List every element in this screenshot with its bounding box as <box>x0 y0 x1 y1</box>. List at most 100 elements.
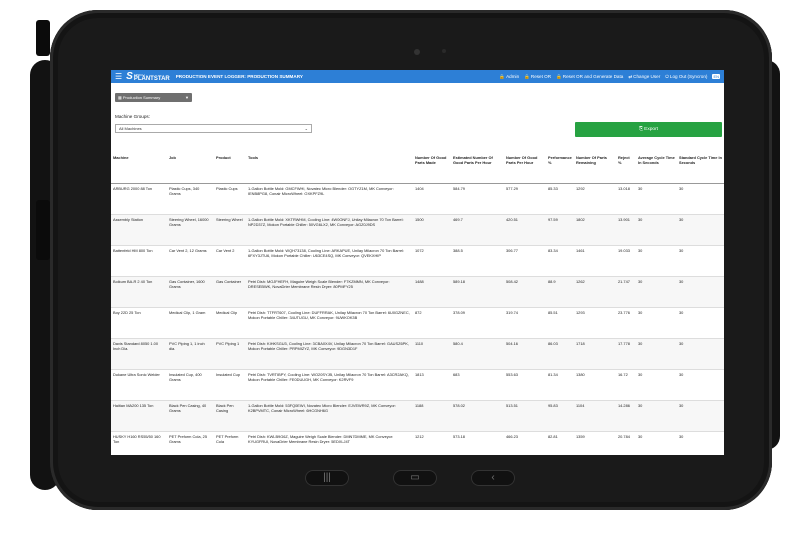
reset-generate-button[interactable]: 🔒 Reset OR and Generate Data <box>556 74 623 80</box>
logout-button[interactable]: ⏻ Log Out (Syncron) <box>665 74 707 79</box>
lock-icon: 🔒 <box>524 73 530 79</box>
table-cell: 30 <box>677 431 724 455</box>
table-cell: Boy 22D 25 Ton <box>111 307 167 339</box>
table-cell: 16.72 <box>616 369 636 401</box>
logo-name: PLANTSTAR <box>133 75 170 82</box>
column-header[interactable]: Average Cycle Time In Seconds <box>636 153 677 184</box>
table-cell: 553.63 <box>504 369 546 401</box>
back-button[interactable]: ‹ <box>471 470 515 486</box>
table-row: ARBURG 2000 88 Ton Plastic Cups, 340 Gram… <box>111 183 724 215</box>
machine-groups-value: All Machines <box>119 126 142 131</box>
logo: S EPOCH PLANTSTAR <box>126 71 170 82</box>
table-cell: Gas Container, 1600 Grams <box>167 276 214 308</box>
column-header[interactable]: Machine <box>111 153 167 184</box>
table-cell: 466.23 <box>504 431 546 455</box>
table-cell: 319.74 <box>504 307 546 339</box>
page-title: PRODUCTION EVENT LOGGER: PRODUCTION SUMM… <box>175 74 303 79</box>
table-cell: Insulated Cup <box>214 369 246 401</box>
column-header[interactable]: Reject % <box>616 153 636 184</box>
table-cell: Petri Dish: TVRTIBPY, Cooling Line: WO20… <box>246 369 413 401</box>
table-cell: 30 <box>636 183 677 215</box>
top-bar: ☰ S EPOCH PLANTSTAR PRODUCTION EVENT LOG… <box>111 70 724 83</box>
table-cell: 1-Gallon Bottle Mold: XKTRWHM, Cooling L… <box>246 214 413 246</box>
table-cell: 378.09 <box>451 307 504 339</box>
report-select[interactable]: ▦ Production Summary ▼ <box>115 93 192 102</box>
reset-or-label: Reset OR <box>530 74 552 79</box>
table-cell: Battenfeld HM 800 Ton <box>111 245 167 277</box>
chevron-down-icon: ⌄ <box>304 126 308 131</box>
table-cell: Black Pen Casing <box>214 400 246 432</box>
table-cell: 683 <box>451 369 504 401</box>
column-header[interactable]: Estimated Number Of Good Parts Per Hour <box>451 153 504 184</box>
table-row: Boy 22D 25 Ton Medical Clip, 1 Gram Medica… <box>111 307 724 339</box>
logout-label: Log Out (Syncron) <box>669 74 708 79</box>
table-cell: Plastic Cups, 340 Grams <box>167 183 214 215</box>
column-header[interactable]: Number Of Parts Remaining <box>574 153 616 184</box>
table-cell: 30 <box>677 307 724 339</box>
table-cell: 30 <box>677 400 724 432</box>
column-header[interactable]: Standard Cycle Time In Seconds <box>677 153 724 184</box>
language-badge[interactable]: EN <box>712 74 720 79</box>
lock-icon: 🔒 <box>556 73 562 79</box>
table-cell: Plastic Cups <box>214 183 246 215</box>
table-cell: Steering Wheel, 16000 Grams <box>167 214 214 246</box>
table-header-row: Machine Job Product Tools Number Of Good Par… <box>111 153 724 184</box>
top-actions: 🔒 Admin 🔒 Reset OR 🔒 Reset OR and Generate … <box>499 74 720 80</box>
table-cell: Car Vent 2, 12 Grams <box>167 245 214 277</box>
table-cell: 30 <box>636 245 677 277</box>
production-summary-table: Machine Job Product Tools Number Of Good Par… <box>111 153 724 455</box>
table-cell: 30 <box>677 245 724 277</box>
table-cell: Gas Container <box>214 276 246 308</box>
menu-icon[interactable]: ☰ <box>115 72 122 81</box>
table-cell: 1488 <box>413 276 451 308</box>
table-cell: 508.42 <box>504 276 546 308</box>
table-cell: 1293 <box>574 307 616 339</box>
table-cell: Car Vent 2 <box>214 245 246 277</box>
column-header[interactable]: Number Of Good Parts Made <box>413 153 451 184</box>
table-cell: 97.59 <box>546 214 574 246</box>
table-cell: PET Preform Cola <box>214 431 246 455</box>
admin-button[interactable]: 🔒 Admin <box>499 74 519 80</box>
table-cell: 1104 <box>574 400 616 432</box>
controls: ▦ Production Summary ▼ Machine Groups: A… <box>111 83 724 153</box>
logout-icon: ⏻ <box>665 74 669 79</box>
table-cell: 1212 <box>413 431 451 455</box>
table-cell: 573.18 <box>451 431 504 455</box>
table-cell: Medical Clip, 1 Gram <box>167 307 214 339</box>
admin-label: Admin <box>506 74 520 79</box>
sensor-icon <box>442 49 446 53</box>
table-cell: 17.778 <box>616 338 636 370</box>
table-cell: Petri Dish: KIHKSGU3, Cooling Line: 3CBA… <box>246 338 413 370</box>
home-button[interactable]: ▭ <box>393 470 437 486</box>
table-cell: 580.4 <box>451 338 504 370</box>
table-cell: PET Preform Cola, 25 Grams <box>167 431 214 455</box>
column-header[interactable]: Job <box>167 153 214 184</box>
table-cell: 81.34 <box>546 369 574 401</box>
column-header[interactable]: Product <box>214 153 246 184</box>
table-cell: 1072 <box>413 245 451 277</box>
reset-generate-label: Reset OR and Generate Data <box>562 74 624 79</box>
table-cell: 1-Gallon Bottle Mold: 53FQ0EWI, Novatec … <box>246 400 413 432</box>
table-cell: 30 <box>677 369 724 401</box>
table-cell: 578.02 <box>451 400 504 432</box>
export-button[interactable]: ⎘ Export <box>575 122 722 137</box>
table-cell: 1461 <box>574 245 616 277</box>
table-cell: 86.03 <box>546 338 574 370</box>
reset-or-button[interactable]: 🔒 Reset OR <box>524 74 551 80</box>
table-cell: 14.286 <box>616 400 636 432</box>
table-cell: 1-Gallon Bottle Mold: GMCFWHI, Novatec M… <box>246 183 413 215</box>
change-user-button[interactable]: ⇄ Change User <box>628 74 660 80</box>
table-cell: Dukane Ultra Sonic Welder <box>111 369 167 401</box>
machine-groups-select[interactable]: All Machines ⌄ <box>115 124 312 133</box>
column-header[interactable]: Number Of Good Parts Per Hour <box>504 153 546 184</box>
table-cell: 1188 <box>413 400 451 432</box>
column-header[interactable]: Tools <box>246 153 413 184</box>
table-cell: 1404 <box>413 183 451 215</box>
table-cell: 88.9 <box>546 276 574 308</box>
table-cell: 584.79 <box>451 183 504 215</box>
export-label: Export <box>644 127 659 132</box>
table-cell: Petri Dish: MOJFHEFH, Maguire Weigh Scal… <box>246 276 413 308</box>
recents-button[interactable]: ||| <box>305 470 349 486</box>
table-cell: 19.033 <box>616 245 636 277</box>
column-header[interactable]: Performance % <box>546 153 574 184</box>
